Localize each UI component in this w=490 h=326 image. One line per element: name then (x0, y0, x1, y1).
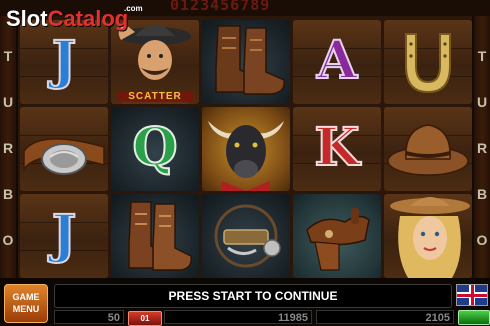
boots-icon (111, 194, 199, 278)
language-flag-icon[interactable] (456, 284, 488, 306)
win-display: 2105 (316, 310, 454, 324)
turbo-left-letter: T (3, 48, 13, 64)
turbo-right-letter: T (477, 48, 487, 64)
turbo-left-letter: U (2, 94, 14, 110)
turbo-right-letter: R (476, 140, 488, 156)
belt-buckle-icon (20, 107, 108, 191)
lines-display: 50 (54, 310, 124, 324)
turbo-right-letter: U (476, 94, 488, 110)
cowboy-hat-icon (384, 107, 472, 191)
turbo-left-letter: B (2, 186, 14, 202)
turbo-left-letter: R (2, 140, 14, 156)
symbol-j: J (20, 194, 108, 278)
symbol-q: Q (111, 107, 199, 191)
turbo-left[interactable]: T U R B O (0, 16, 16, 278)
top-digit-display: 0123456789 (170, 0, 271, 14)
watermark-slot: Slot (6, 6, 48, 31)
watermark-com: .com (124, 4, 143, 13)
symbol-k: K (293, 107, 381, 191)
saddle-icon (293, 194, 381, 278)
cowgirl-icon (384, 194, 472, 278)
boots-icon (202, 20, 290, 104)
turbo-right-letter: B (476, 186, 488, 202)
horseshoe-icon (384, 20, 472, 104)
watermark-catalog: Catalog (47, 6, 129, 31)
credit-display: 11985 (164, 310, 312, 324)
game-menu-label-2: MENU (12, 304, 40, 314)
watermark-logo: SlotCatalog .com (6, 4, 156, 36)
symbol-a: A (293, 20, 381, 104)
scatter-label: SCATTER (117, 91, 193, 102)
spurs-icon (202, 194, 290, 278)
bull-icon (202, 107, 290, 191)
game-menu-button[interactable]: GAME MENU (4, 284, 48, 323)
turbo-left-letter: O (2, 232, 14, 248)
turbo-right-letter: O (476, 232, 488, 248)
game-menu-label-1: GAME (12, 292, 40, 302)
message-bar: PRESS START TO CONTINUE (54, 284, 452, 308)
bet-button[interactable]: 01 (128, 311, 162, 326)
turbo-right[interactable]: T U R B O (474, 16, 490, 278)
reel-grid: J J SCATTER Q A K (18, 16, 472, 278)
